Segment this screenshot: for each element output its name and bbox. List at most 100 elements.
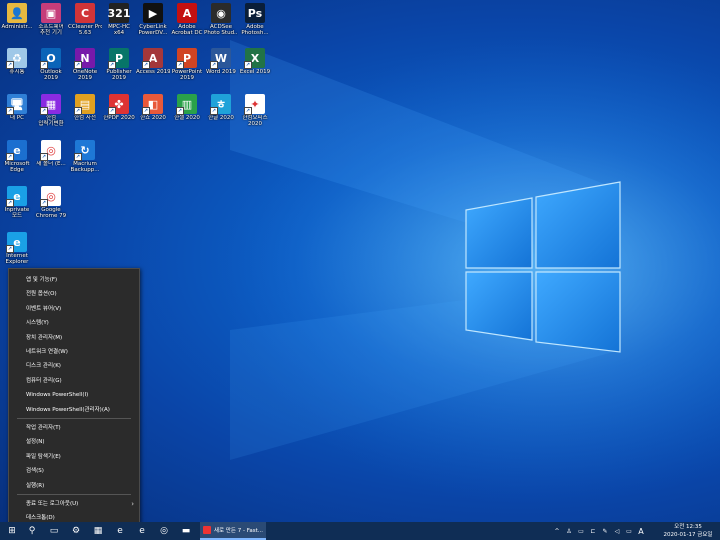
- chrome-icon: ◎: [160, 526, 168, 536]
- desktop-icon-backup[interactable]: ↻ ↗ Macrium Backupp...: [68, 140, 102, 173]
- desktop-icon-ie2[interactable]: e ↗ Internet Explorer: [0, 232, 34, 265]
- tray-display-icon[interactable]: ▭: [624, 522, 634, 540]
- menu-item-group2-3[interactable]: 검색(S): [9, 464, 139, 478]
- powerpoint-icon: P ↗: [176, 48, 197, 69]
- chevron-up-icon: ^: [554, 527, 560, 535]
- desktop-icon-label: Microsoft Edge: [4, 161, 30, 173]
- desktop-icon-edge[interactable]: e ↗ Microsoft Edge: [0, 140, 34, 173]
- desktop-icon-pc[interactable]: 🖥 ↗ 내 PC: [0, 94, 34, 121]
- desktop-icon-excel[interactable]: X ↗ Excel 2019: [238, 48, 272, 75]
- menu-item-label: 디스크 관리(K): [26, 363, 61, 370]
- hancell-icon: ▥ ↗: [176, 94, 197, 115]
- menu-item-label: Windows PowerShell(관리자)(A): [26, 406, 110, 413]
- menu-item-group1-0[interactable]: 앱 및 기능(F): [9, 273, 139, 287]
- menu-item-group3-0[interactable]: 종료 또는 로그아웃(U) ›: [9, 497, 139, 511]
- shortcut-arrow-icon: ↗: [142, 61, 150, 69]
- desktop-icon-outlook[interactable]: O ↗ Outlook 2019: [34, 48, 68, 81]
- desktop-icon-publisher[interactable]: P ↗ Publisher 2019: [102, 48, 136, 81]
- taskbar-pinned-settings[interactable]: ⚙: [66, 522, 86, 540]
- backup-icon: ↻ ↗: [74, 140, 95, 161]
- start-button[interactable]: ⊞: [3, 522, 21, 540]
- taskbar-pinned-chrome[interactable]: ◎: [154, 522, 174, 540]
- menu-item-group3-1[interactable]: 데스크톱(D): [9, 511, 139, 522]
- menu-item-group2-2[interactable]: 파일 탐색기(E): [9, 450, 139, 464]
- desktop-icon-cell[interactable]: ▥ ↗ 한셀 2020: [170, 94, 204, 121]
- menu-item-group1-8[interactable]: Windows PowerShell(I): [9, 388, 139, 402]
- tray-pen-icon[interactable]: ✎: [600, 522, 610, 540]
- taskbar-pinned-edge[interactable]: e: [110, 522, 130, 540]
- taskbar-clock[interactable]: 오전 12:35 2020-01-17 금요일: [662, 523, 714, 539]
- desktop-icon-sw[interactable]: ▣ 소프트웨어 추천 기기: [34, 3, 68, 36]
- tray-battery-icon[interactable]: ▭: [576, 522, 586, 540]
- menu-item-group1-4[interactable]: 장치 관리자(M): [9, 331, 139, 345]
- desktop-icon-admin[interactable]: 👤 Administr...: [0, 3, 34, 30]
- ccleaner-icon: C: [75, 3, 95, 23]
- menu-item-label: 파일 탐색기(E): [26, 453, 61, 460]
- search-button[interactable]: ⚲: [23, 522, 41, 540]
- ime-indicator[interactable]: A: [636, 522, 646, 540]
- desktop[interactable]: 👤 Administr... ▣ 소프트웨어 추천 기기 C CCleaner Pro 5…: [0, 0, 720, 522]
- desktop-icon-ps[interactable]: Ps Adobe Photosh...: [238, 3, 272, 36]
- desktop-icon-access[interactable]: A ↗ Access 2019: [136, 48, 170, 75]
- menu-item-group1-9[interactable]: Windows PowerShell(관리자)(A): [9, 403, 139, 417]
- desktop-icon-ccleaner[interactable]: C CCleaner Pro 5.63: [68, 3, 102, 36]
- taskbar-pinned-ie[interactable]: e: [132, 522, 152, 540]
- desktop-icon-label: ACDSee Photo Stud...: [204, 24, 238, 36]
- desktop-icon-hpdf[interactable]: ✤ ↗ 한PDF 2020: [102, 94, 136, 121]
- desktop-icon-powerpoint[interactable]: P ↗ PowerPoint 2019: [170, 48, 204, 81]
- desktop-icon-label: Adobe Photosh...: [241, 24, 269, 36]
- tray-person-icon[interactable]: ♙: [564, 522, 574, 540]
- desktop-icon-acdsee[interactable]: ◉ ACDSee Photo Stud...: [204, 3, 238, 36]
- desktop-icon-acrobat[interactable]: A Adobe Acrobat DC: [170, 3, 204, 36]
- desktop-icon-label: 소프트웨어 추천 기기: [38, 24, 64, 36]
- desktop-icon-label: Publisher 2019: [106, 69, 132, 81]
- menu-item-group1-2[interactable]: 이벤트 뷰어(V): [9, 302, 139, 316]
- shortcut-arrow-icon: ↗: [210, 107, 218, 115]
- menu-item-label: 작업 관리자(T): [26, 425, 61, 431]
- search-icon: ⚲: [28, 526, 36, 536]
- desktop-icon-label: Internet Explorer: [5, 253, 29, 265]
- publisher-icon: P ↗: [108, 48, 129, 69]
- taskbar: ⊞ ⚲ ▭ ⚙ ▦ e e ◎ ▬ 새로 만든 7 - Fast... ^ ♙ ▭ ⊏ ✎ …: [0, 522, 720, 540]
- tray-volume-icon[interactable]: ◁: [612, 522, 622, 540]
- taskbar-pinned-store[interactable]: ▦: [88, 522, 108, 540]
- task-view-icon: ▭: [49, 526, 59, 536]
- taskbar-pinned-explorer[interactable]: ▬: [176, 522, 196, 540]
- desktop-icon-power[interactable]: ▶ CyberLink PowerDV...: [136, 3, 170, 36]
- desktop-icon-hoffice[interactable]: ✦ ↗ 한컴오피스 2020: [238, 94, 272, 127]
- shortcut-arrow-icon: ↗: [74, 153, 82, 161]
- desktop-icon-ie1[interactable]: e ↗ Inprivate 모드: [0, 186, 34, 219]
- keyboard-icon: ▦ ↗: [40, 94, 61, 115]
- menu-item-group2-0[interactable]: 작업 관리자(T): [9, 421, 139, 435]
- taskbar-pinned-task-view[interactable]: ▭: [44, 522, 64, 540]
- shortcut-arrow-icon: ↗: [176, 107, 184, 115]
- menu-item-group1-1[interactable]: 전원 옵션(O): [9, 287, 139, 301]
- menu-item-group1-5[interactable]: 네트워크 연결(W): [9, 345, 139, 359]
- hpdf-icon: ✤ ↗: [108, 94, 129, 115]
- desktop-icon-show[interactable]: ◧ ↗ 한쇼 2020: [136, 94, 170, 121]
- taskbar-active-window[interactable]: 새로 만든 7 - Fast...: [200, 522, 266, 540]
- settings-icon: ⚙: [71, 526, 81, 536]
- desktop-icon-trash[interactable]: ♻ ↗ 휴지통: [0, 48, 34, 75]
- menu-item-label: 컴퓨터 관리(G): [26, 377, 62, 384]
- desktop-icon-word[interactable]: W ↗ Word 2019: [204, 48, 238, 75]
- desktop-icon-calc[interactable]: ▦ ↗ 한컴 입력기변환: [34, 94, 68, 127]
- menu-item-group2-4[interactable]: 실행(R): [9, 479, 139, 493]
- desktop-icon-label: 한컴 사전: [74, 115, 96, 121]
- desktop-icon-hwp[interactable]: ▤ ↗ 한컴 사전: [68, 94, 102, 121]
- menu-item-label: 종료 또는 로그아웃(U): [26, 501, 79, 507]
- desktop-icon-ch1[interactable]: ◎ ↗ 새 폴더 (E...: [34, 140, 68, 167]
- desktop-icon-hwp2020[interactable]: ㅎ ↗ 한글 2020: [204, 94, 238, 121]
- desktop-icon-onenote[interactable]: N ↗ OneNote 2019: [68, 48, 102, 81]
- tray-network-icon[interactable]: ⊏: [588, 522, 598, 540]
- acrobat-icon: A: [177, 3, 197, 23]
- desktop-icon-mpchc[interactable]: 321 MPC-HC x64: [102, 3, 136, 36]
- desktop-icon-ch2[interactable]: ◎ ↗ Google Chrome 79: [34, 186, 68, 219]
- shortcut-arrow-icon: ↗: [40, 153, 48, 161]
- menu-item-group2-1[interactable]: 설정(N): [9, 435, 139, 449]
- mpchc-icon: 321: [108, 3, 130, 23]
- tray-overflow-button[interactable]: ^: [552, 522, 562, 540]
- menu-item-group1-7[interactable]: 컴퓨터 관리(G): [9, 374, 139, 388]
- menu-item-group1-6[interactable]: 디스크 관리(K): [9, 359, 139, 373]
- menu-item-group1-3[interactable]: 시스템(Y): [9, 316, 139, 330]
